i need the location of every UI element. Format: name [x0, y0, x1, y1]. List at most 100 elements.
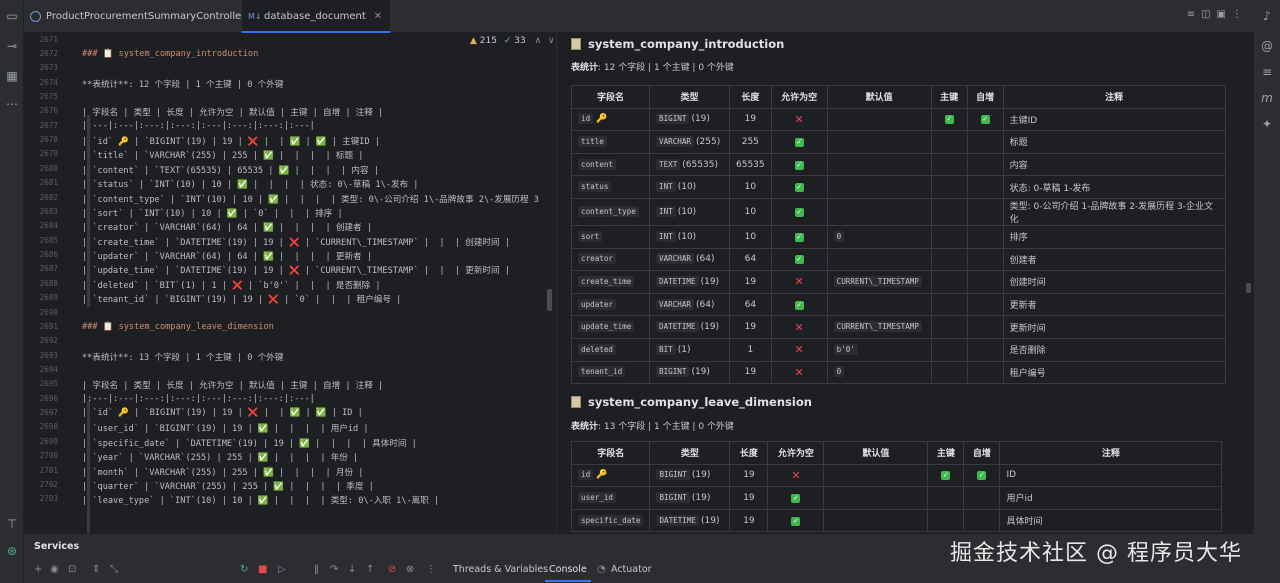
cell-comment: 标题 — [1002, 130, 1226, 154]
section-heading: system_company_leave_dimension — [571, 395, 812, 409]
cell-length: 65535 — [729, 152, 772, 177]
tab-console[interactable]: Console — [545, 564, 591, 582]
plugin-icon[interactable]: ✦ — [1259, 116, 1275, 132]
cell-default — [826, 107, 932, 132]
markdown-editor[interactable]: 2671 2672 2673 2674 2675 2676 2677 2678 2679 2680… — [24, 33, 556, 533]
table-row: id 🔑 BIGINT (19) 19 ✕ ✓ ✓ ID — [570, 463, 1223, 488]
line-number: 2681 — [39, 178, 58, 188]
section-title: system_company_introduction — [588, 37, 785, 51]
split-view-icon[interactable]: ◫ — [1201, 9, 1216, 20]
line-number: 2677 — [39, 120, 58, 130]
editor-scrollbar[interactable] — [547, 289, 552, 311]
add-icon[interactable]: + — [34, 564, 42, 575]
stop-icon[interactable]: ■ — [258, 564, 267, 575]
cell-type: BIGINT (19) — [649, 360, 730, 385]
cell-primary-key: ✓ — [927, 463, 965, 488]
maven-icon[interactable]: m — [1259, 90, 1275, 106]
more-icon[interactable]: ⋮ — [426, 564, 436, 575]
preview-only-icon[interactable]: ▣ — [1217, 9, 1232, 20]
line-number: 2688 — [39, 278, 58, 288]
mute-icon[interactable]: ⊗ — [406, 564, 414, 575]
commit-icon[interactable]: ⊸ — [4, 38, 20, 54]
field-type: TEXT — [656, 158, 681, 170]
rerun-icon[interactable]: ↻ — [240, 564, 248, 575]
field-type: BIGINT — [656, 366, 690, 378]
cell-nullable: ✓ — [770, 292, 828, 317]
collapse-icon[interactable]: ⤡ — [110, 564, 118, 575]
line-number: 2676 — [39, 106, 58, 116]
field-type: BIGINT — [656, 491, 690, 503]
line-number: 2671 — [39, 34, 58, 44]
editor-tab-bar: ProductProcurementSummaryController.java… — [24, 0, 1254, 55]
cell-default — [823, 486, 929, 510]
table-row: updater VARCHAR (64) 64 ✓ 更新者 — [571, 292, 1226, 317]
services-icon[interactable]: ⊛ — [4, 543, 20, 559]
cell-nullable: ✕ — [770, 270, 828, 294]
cell-auto-increment — [966, 292, 1004, 317]
tab-controller-java[interactable]: ProductProcurementSummaryController.java — [24, 0, 269, 33]
pause-icon[interactable]: ‖ — [314, 564, 319, 575]
cell-auto-increment — [966, 130, 1004, 154]
step-over-icon[interactable]: ↷ — [330, 564, 338, 575]
new-tab-icon[interactable]: ⊡ — [68, 564, 76, 575]
step-out-icon[interactable]: ↑ — [366, 564, 374, 575]
eye-icon[interactable]: ◉ — [50, 564, 59, 575]
tab-database-document[interactable]: M↓ database_document (2).md ✕ — [242, 0, 390, 55]
cross-icon: ✕ — [794, 365, 804, 379]
column-header: 注释 — [999, 441, 1223, 465]
more-icon[interactable]: ⋯ — [4, 96, 20, 112]
cell-nullable: ✓ — [770, 197, 828, 226]
preview-scrollbar[interactable] — [1246, 283, 1251, 293]
cell-length: 19 — [729, 508, 769, 533]
tab-threads-variables[interactable]: Threads & Variables — [453, 564, 548, 575]
cell-auto-increment — [966, 152, 1004, 177]
column-header: 主键 — [927, 441, 965, 465]
chevron-down-icon[interactable]: ∨ — [548, 36, 555, 46]
cell-field-name: updater — [571, 292, 650, 317]
markdown-preview: system_company_introduction 表统计: 12 个字段 |… — [557, 33, 1254, 533]
cross-icon: ✕ — [794, 275, 804, 289]
cross-icon: ✕ — [791, 468, 801, 482]
code-line: **表统计**: 12 个字段 | 1 个主键 | 0 个外键 — [82, 79, 284, 90]
column-header: 允许为空 — [770, 85, 828, 109]
section-heading: system_company_introduction — [571, 37, 784, 51]
cell-field-name: deleted — [571, 337, 650, 362]
cell-field-name: id 🔑 — [571, 107, 650, 132]
structure-icon[interactable]: ▦ — [4, 68, 20, 84]
line-number: 2674 — [39, 77, 58, 87]
tab-actuator[interactable]: Actuator — [611, 564, 652, 575]
build-icon[interactable]: ⊤ — [4, 516, 20, 532]
line-number: 2689 — [39, 293, 58, 303]
check-icon: ✓ — [794, 255, 804, 265]
breakpoints-icon[interactable]: ⊘ — [388, 564, 396, 575]
resume-icon[interactable]: ▷ — [278, 564, 286, 575]
cell-auto-increment — [966, 360, 1004, 385]
table-row: status INT (10) 10 ✓ 状态: 0-草稿 1-发布 — [571, 175, 1226, 199]
inspection-widget[interactable]: ▲ 215 ✓ 33 ∧ ∨ — [470, 36, 555, 46]
table-row: specific_date DATETIME (19) 19 ✓ 具体时间 — [570, 508, 1223, 533]
cell-type: BIGINT (19) — [649, 463, 731, 488]
column-header: 长度 — [729, 85, 772, 109]
notifications-icon[interactable]: ♪ — [1259, 8, 1275, 24]
database-icon[interactable]: ≡ — [1259, 64, 1275, 80]
chevron-up-icon[interactable]: ∧ — [535, 36, 542, 46]
field-name: sort — [578, 230, 603, 242]
expand-icon[interactable]: ⇕ — [92, 564, 100, 575]
step-into-icon[interactable]: ↓ — [348, 564, 356, 575]
cell-default: 0 — [826, 360, 932, 385]
ai-assistant-icon[interactable]: @ — [1259, 38, 1275, 54]
field-size: (19) — [691, 367, 710, 378]
column-header: 类型 — [649, 441, 731, 465]
column-header: 默认值 — [826, 85, 932, 109]
check-icon: ✓ — [794, 183, 804, 193]
table-row: user_id BIGINT (19) 19 ✓ 用户id — [570, 486, 1223, 510]
line-number: 2672 — [39, 48, 58, 58]
editor-only-icon[interactable]: ≡ — [1187, 9, 1201, 20]
close-icon[interactable]: ✕ — [374, 0, 382, 33]
code-line: ### 📋 system_company_introduction — [82, 48, 259, 59]
line-number: 2683 — [39, 206, 58, 216]
line-number: 2695 — [39, 379, 58, 389]
project-folder-icon[interactable]: ▭ — [4, 8, 20, 24]
cell-comment: 排序 — [1002, 224, 1226, 249]
more-icon[interactable]: ⋮ — [1232, 9, 1248, 20]
